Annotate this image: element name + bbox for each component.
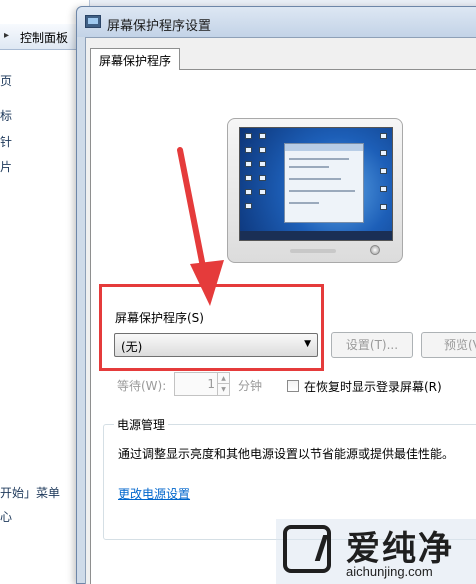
desktop-icon xyxy=(259,161,266,167)
wait-label: 等待(W): xyxy=(117,379,167,393)
desktop-icon xyxy=(259,147,266,153)
logon-checkbox[interactable] xyxy=(287,380,299,392)
wait-spinner[interactable]: 1 ▲ ▼ xyxy=(174,372,230,396)
spinner-down-icon[interactable]: ▼ xyxy=(217,384,229,395)
spinner-up-icon[interactable]: ▲ xyxy=(217,373,229,384)
desktop-icon xyxy=(245,175,252,181)
desktop-icon xyxy=(245,147,252,153)
settings-button[interactable]: 设置(T)... xyxy=(331,332,413,358)
wait-value[interactable]: 1 xyxy=(175,377,215,391)
monitor-power-light-icon xyxy=(370,245,380,255)
change-power-settings-link[interactable]: 更改电源设置 xyxy=(118,485,190,502)
power-description: 通过调整显示亮度和其他电源设置以节省能源或提供最佳性能。 xyxy=(118,447,455,461)
monitor-preview xyxy=(227,118,403,263)
mini-window-line xyxy=(289,178,341,180)
desktop-icon xyxy=(259,175,266,181)
breadcrumb-control-panel[interactable]: 控制面板 xyxy=(20,29,68,46)
desktop-icon xyxy=(380,168,387,174)
mini-window-line xyxy=(289,166,329,168)
tab-screensaver[interactable]: 屏幕保护程序 xyxy=(90,48,181,70)
monitor-screen xyxy=(239,127,393,241)
mini-window-titlebar xyxy=(285,144,363,151)
desktop-icon xyxy=(259,189,266,195)
display-settings-icon xyxy=(85,15,101,28)
desktop-icon xyxy=(380,186,387,192)
side-item-3[interactable]: 针 xyxy=(0,133,12,150)
watermark-title: 爱纯净 xyxy=(346,529,454,569)
wait-unit: 分钟 xyxy=(238,379,263,393)
side-item-start-menu[interactable]: 开始」菜单 xyxy=(0,484,60,501)
address-arrow-icon[interactable]: ▸ xyxy=(4,30,9,41)
desktop-icon xyxy=(245,189,252,195)
side-item-6[interactable]: 心 xyxy=(0,508,12,525)
mini-window-line xyxy=(289,158,349,160)
side-item-4[interactable]: 片 xyxy=(0,158,12,175)
desktop-icon xyxy=(380,133,387,139)
desktop-icon xyxy=(259,133,266,139)
preview-button[interactable]: 预览(V) xyxy=(421,332,476,358)
side-item-2[interactable]: 标 xyxy=(0,107,12,124)
desktop-icon xyxy=(380,204,387,210)
watermark: 爱纯净 aichunjing.com xyxy=(276,519,476,584)
mini-window-line xyxy=(289,202,319,204)
watermark-logo-icon xyxy=(283,525,331,573)
side-item-1[interactable]: 页 xyxy=(0,72,12,89)
logon-label[interactable]: 在恢复时显示登录屏幕(R) xyxy=(304,378,442,395)
dialog-title: 屏幕保护程序设置 xyxy=(107,19,212,34)
monitor-slot xyxy=(290,249,336,253)
mini-taskbar xyxy=(240,231,392,240)
power-group-label: 电源管理 xyxy=(114,416,169,433)
desktop-icon xyxy=(245,161,252,167)
desktop-icon xyxy=(245,133,252,139)
watermark-url: aichunjing.com xyxy=(346,564,433,579)
mini-window-line xyxy=(289,190,355,192)
annotation-highlight-box xyxy=(99,284,324,371)
desktop-icon xyxy=(245,203,252,209)
dialog-titlebar[interactable]: 屏幕保护程序设置 xyxy=(77,7,476,37)
desktop-icon xyxy=(380,150,387,156)
mini-dialog-window xyxy=(284,143,364,223)
